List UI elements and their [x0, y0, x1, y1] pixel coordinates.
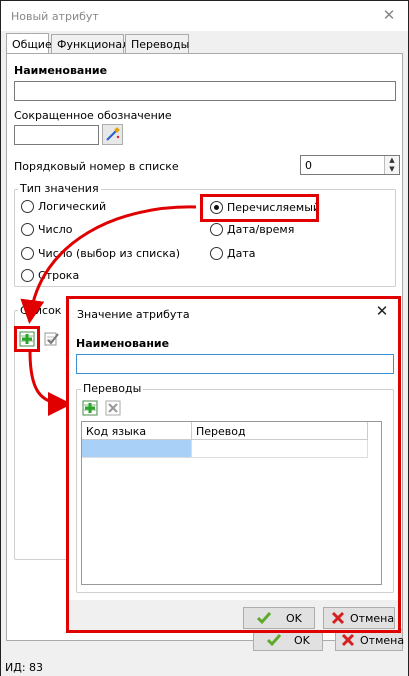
translations-title: Переводы	[81, 382, 144, 395]
dialog-titlebar: Значение атрибута ✕	[69, 299, 398, 327]
delete-translation-button[interactable]	[105, 400, 121, 416]
arrow-to-dialog-add	[28, 350, 72, 416]
add-translation-button[interactable]	[82, 400, 98, 416]
cancel-x-icon	[331, 611, 345, 625]
delete-row-icon	[105, 400, 121, 416]
dialog-body: Наименование Переводы Код языка Перевод	[69, 327, 398, 600]
value-dialog: Значение атрибута ✕ Наименование Перевод…	[66, 296, 401, 633]
table-cell-translation[interactable]	[192, 440, 368, 458]
add-row-icon	[82, 400, 98, 416]
translations-table[interactable]: Код языка Перевод	[81, 421, 382, 585]
dialog-cancel-button[interactable]: Отмена	[323, 607, 395, 629]
table-cell-lang-code[interactable]	[82, 440, 192, 458]
dialog-name-input[interactable]	[76, 354, 394, 374]
dialog-name-label: Наименование	[76, 337, 170, 350]
dialog-title: Значение атрибута	[77, 308, 190, 321]
dialog-close-icon[interactable]: ✕	[374, 303, 390, 319]
dialog-ok-button[interactable]: OK	[243, 607, 315, 629]
column-header-translation[interactable]: Перевод	[192, 422, 368, 440]
column-header-lang-code[interactable]: Код языка	[82, 422, 192, 440]
check-icon	[256, 612, 272, 625]
